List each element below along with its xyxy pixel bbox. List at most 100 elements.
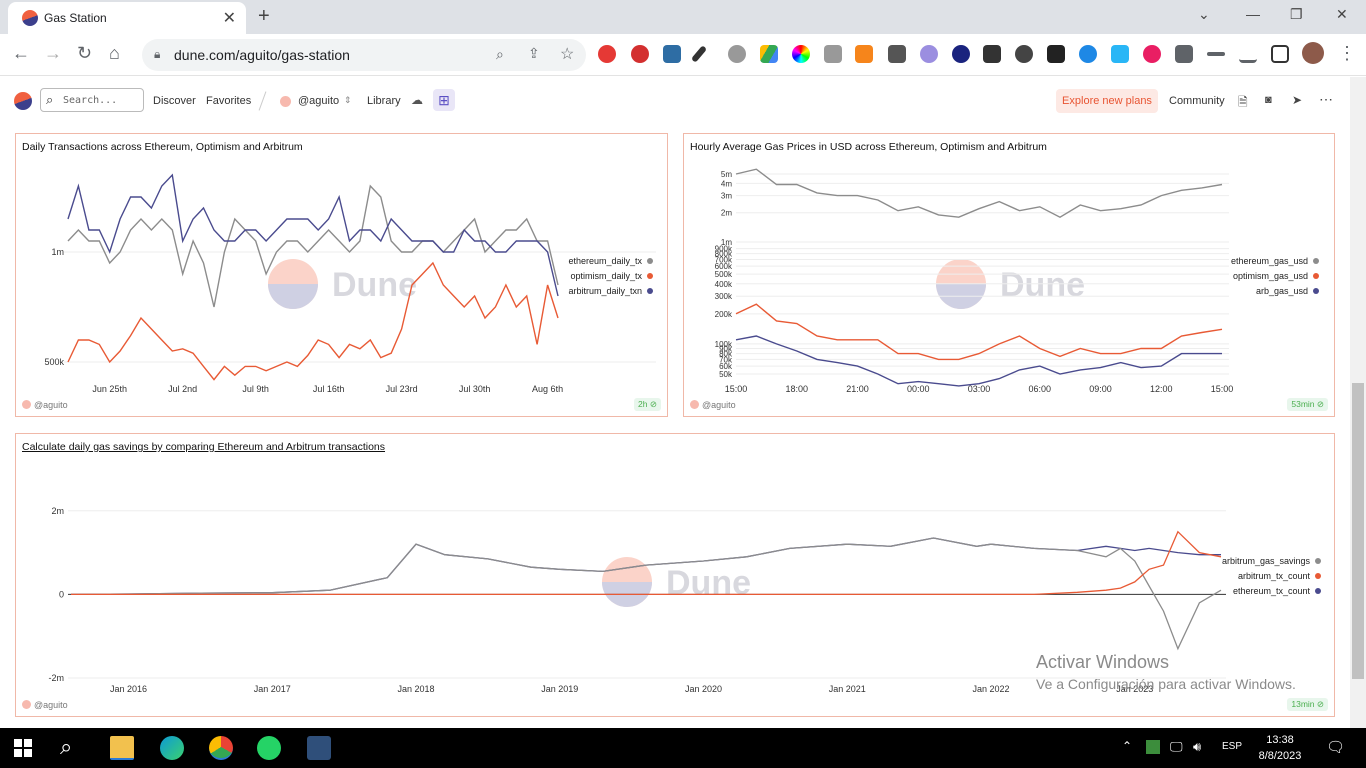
hexagon-extension-icon[interactable] xyxy=(888,45,906,63)
address-bar[interactable]: 🔒︎ dune.com/aguito/gas-station ⌕ ⇪ ☆ xyxy=(142,39,586,71)
color-extension-icon[interactable] xyxy=(792,45,810,63)
x-tick-label: Jan 2018 xyxy=(397,684,434,694)
x-tick-label: 15:00 xyxy=(725,384,748,394)
reading-list-icon[interactable] xyxy=(1207,52,1225,56)
nav-discover[interactable]: Discover xyxy=(153,95,196,107)
chart-card-daily-transactions[interactable]: Daily Transactions across Ethereum, Opti… xyxy=(15,133,668,417)
telegram-icon[interactable]: ➤ xyxy=(1292,93,1302,107)
metamask-extension-icon[interactable] xyxy=(855,45,873,63)
feather-extension-icon[interactable] xyxy=(1143,45,1161,63)
forward-icon[interactable]: → xyxy=(44,43,62,64)
y-tick-label: 5m xyxy=(721,170,732,179)
whatsapp-icon[interactable] xyxy=(257,736,281,760)
mysql-workbench-icon[interactable] xyxy=(307,736,331,760)
user-menu[interactable]: @aguito xyxy=(298,95,339,107)
language-indicator[interactable]: ESP xyxy=(1222,741,1242,752)
edge-icon[interactable] xyxy=(160,736,184,760)
badge-text: 2h xyxy=(638,399,648,409)
more-menu-icon[interactable]: ⋯ xyxy=(1319,91,1333,108)
download-icon[interactable] xyxy=(1239,45,1257,63)
minimize-icon[interactable]: — xyxy=(1246,6,1260,22)
windows-start-icon[interactable] xyxy=(14,739,32,757)
restore-icon[interactable]: ❐ xyxy=(1290,6,1303,23)
explore-plans-button[interactable]: Explore new plans xyxy=(1056,89,1158,113)
qr-extension-icon[interactable] xyxy=(952,45,970,63)
new-query-plus-icon[interactable]: ⊞ xyxy=(433,89,455,111)
windows-taskbar: ⌕ ⌃ 🖵︎ 🔊︎ ESP 13:38 8/8/2023 🗨︎ xyxy=(0,728,1366,768)
network-icon[interactable]: 🖵︎ xyxy=(1170,739,1183,755)
legend-label: arbitrum_gas_savings xyxy=(1222,556,1311,566)
close-tab-icon[interactable]: ✕ xyxy=(223,8,236,28)
discord-icon[interactable]: ◙ xyxy=(1265,94,1272,106)
ghost-extension-icon[interactable] xyxy=(920,45,938,63)
refresh-badge: 13min ⊘ xyxy=(1287,698,1328,711)
adblock-extension-icon[interactable] xyxy=(598,45,616,63)
wave-extension-icon[interactable] xyxy=(1079,45,1097,63)
y-tick-label: 2m xyxy=(51,506,64,516)
y-tick-label: -2m xyxy=(49,673,65,683)
search-taskbar-icon[interactable]: ⌕ xyxy=(60,736,84,760)
series-line-ethereum_gas_usd xyxy=(735,168,1223,219)
browser-tab[interactable]: Gas Station ✕ xyxy=(8,2,246,34)
x-tick-label: Jul 9th xyxy=(242,384,269,394)
eyedropper-extension-icon[interactable] xyxy=(690,45,708,63)
new-tab-icon[interactable]: + xyxy=(258,5,270,28)
chart-owner[interactable]: @aguito xyxy=(22,700,68,710)
tray-app-icon[interactable] xyxy=(1146,740,1160,754)
volume-icon[interactable]: 🔊︎ xyxy=(1193,739,1201,755)
s-extension-icon[interactable] xyxy=(663,45,681,63)
stop-extension-icon[interactable] xyxy=(631,45,649,63)
dots-extension-icon[interactable] xyxy=(1015,45,1033,63)
dune-logo[interactable] xyxy=(14,92,32,110)
profile-avatar[interactable] xyxy=(1302,42,1324,64)
x-tick-label: 15:00 xyxy=(1211,384,1234,394)
home-icon[interactable]: ⌂ xyxy=(109,43,120,64)
nav-community[interactable]: Community xyxy=(1169,95,1225,107)
divider xyxy=(258,91,267,111)
page-scrollbar[interactable] xyxy=(1350,77,1366,728)
tab-search-icon[interactable]: ⌄ xyxy=(1198,6,1210,23)
refresh-badge: 2h ⊘ xyxy=(634,398,661,411)
x-tick-label: Jan 2021 xyxy=(829,684,866,694)
chrome-icon[interactable] xyxy=(209,736,233,760)
tray-chevron-icon[interactable]: ⌃ xyxy=(1122,739,1132,753)
cloud-icon[interactable]: ☁ xyxy=(411,93,423,107)
docs-icon[interactable]: 🗎︎ xyxy=(1238,93,1248,114)
legend-marker xyxy=(647,258,653,264)
menu-kebab-icon[interactable]: ⋮ xyxy=(1338,43,1356,64)
y-tick-label: 400k xyxy=(715,280,733,289)
refresh-badge: 53min ⊘ xyxy=(1287,398,1328,411)
chart-owner[interactable]: @aguito xyxy=(22,400,68,410)
system-clock[interactable]: 13:38 8/8/2023 xyxy=(1252,732,1308,764)
back-icon[interactable]: ← xyxy=(12,43,30,64)
close-window-icon[interactable]: ✕ xyxy=(1336,6,1348,23)
legend-marker xyxy=(1315,558,1321,564)
share-icon[interactable]: ⇪ xyxy=(528,45,540,62)
fox-extension-icon[interactable] xyxy=(1047,45,1065,63)
chart-card-gas-prices[interactable]: Hourly Average Gas Prices in USD across … xyxy=(683,133,1335,417)
chart-owner[interactable]: @aguito xyxy=(690,400,736,410)
bookmark-star-icon[interactable]: ☆ xyxy=(560,44,574,64)
x-tick-label: Jul 2nd xyxy=(168,384,197,394)
file-explorer-icon[interactable] xyxy=(110,736,134,760)
drive-extension-icon[interactable] xyxy=(760,45,778,63)
scrollbar-thumb[interactable] xyxy=(1352,383,1364,679)
y-tick-label: 4m xyxy=(721,179,732,188)
camera-extension-icon[interactable] xyxy=(1111,45,1129,63)
nav-favorites[interactable]: Favorites xyxy=(206,95,251,107)
puzzle-extensions-icon[interactable] xyxy=(1175,45,1193,63)
gear-extension-icon[interactable] xyxy=(728,45,746,63)
side-panel-icon[interactable] xyxy=(1271,45,1289,63)
y-tick-label: 200k xyxy=(715,310,733,319)
reload-icon[interactable]: ↻ xyxy=(77,43,92,64)
selenium-extension-icon[interactable] xyxy=(983,45,1001,63)
user-avatar[interactable] xyxy=(280,96,291,107)
notifications-icon[interactable]: 🗨︎ xyxy=(1326,738,1345,756)
zoom-icon[interactable]: ⌕ xyxy=(496,46,504,63)
legend-label: arbitrum_tx_count xyxy=(1238,571,1311,581)
cat-extension-icon[interactable] xyxy=(824,45,842,63)
nav-library[interactable]: Library xyxy=(367,95,401,107)
legend-label: optimism_daily_tx xyxy=(570,271,642,281)
legend-marker xyxy=(1315,588,1321,594)
search-input[interactable]: ⌕ Search... xyxy=(40,88,144,112)
